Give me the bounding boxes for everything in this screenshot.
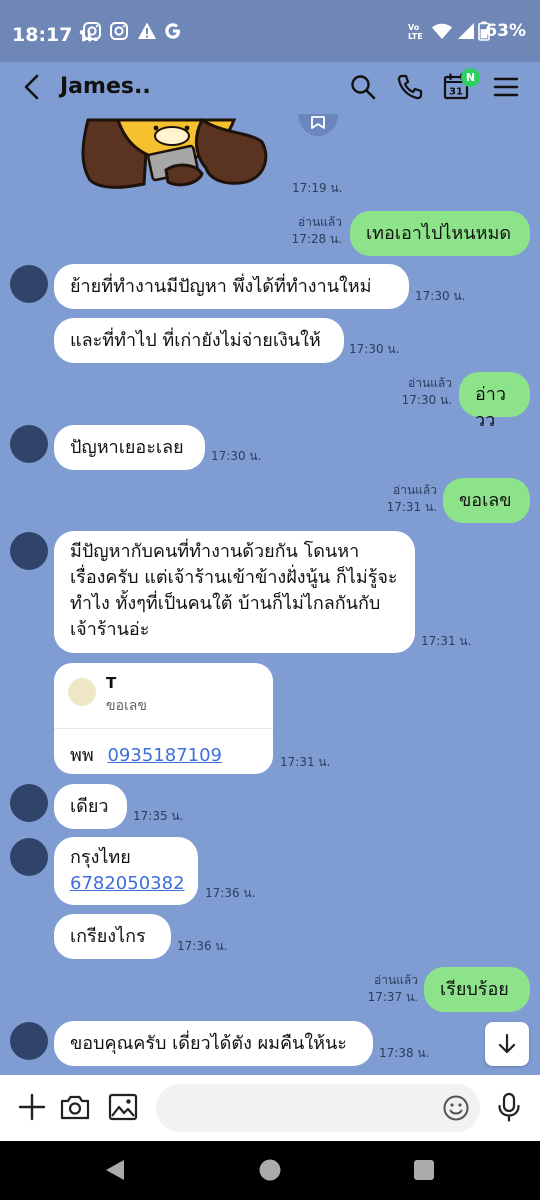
message-time: 17:35 น. xyxy=(133,809,184,823)
message-time: 17:30 น. xyxy=(211,449,262,463)
message-meta: อ่านแล้ว 17:31 น. xyxy=(375,482,437,516)
message-text: เกรียงไกร xyxy=(70,926,146,947)
message-text: อ่าววว xyxy=(475,384,507,431)
image-icon[interactable] xyxy=(107,1091,139,1123)
message-text: เทอเอาไปไหนหมด xyxy=(366,223,512,244)
message-time: 17:31 น. xyxy=(421,634,472,648)
message-bubble-outgoing[interactable]: ขอเลข xyxy=(443,478,530,523)
system-nav-bar xyxy=(0,1141,540,1200)
nav-back-icon[interactable] xyxy=(105,1159,125,1181)
phone-link[interactable]: 0935187109 xyxy=(107,745,222,766)
nav-home-icon[interactable] xyxy=(259,1159,281,1181)
message-text: ขอเลข xyxy=(459,490,512,511)
battery-percentage: 63% xyxy=(485,21,526,41)
message-bubble-incoming[interactable]: เดียว xyxy=(54,784,127,829)
message-time: 17:37 น. xyxy=(367,990,418,1004)
message-bubble-incoming[interactable]: ขอบคุณครับ เดี่ยวได้ตัง ผมคืนให้นะ xyxy=(54,1021,373,1066)
message-text: เรียบร้อย xyxy=(440,979,509,1000)
message-time: 17:31 น. xyxy=(386,500,437,514)
message-time: 17:30 น. xyxy=(415,289,466,303)
arrow-down-icon xyxy=(498,1033,516,1054)
scroll-to-bottom-button[interactable] xyxy=(485,1022,529,1066)
warning-icon xyxy=(138,22,156,39)
message-text: และที่ทำไป ที่เก่ายังไม่จ่ายเงินให้ xyxy=(70,330,321,351)
volte-icon: VoLTE xyxy=(408,23,423,41)
message-text: ขอบคุณครับ เดี่ยวได้ตัง ผมคืนให้นะ xyxy=(70,1033,347,1054)
chat-header: James.. 31 N xyxy=(0,62,540,114)
message-time: 17:19 น. xyxy=(292,181,343,195)
message-bubble-incoming[interactable]: มีปัญหากับคนที่ทำงานด้วยกัน โดนหา เรื่อง… xyxy=(54,531,415,653)
read-receipt: อ่านแล้ว xyxy=(393,483,437,497)
message-bubble-outgoing[interactable]: เทอเอาไปไหนหมด xyxy=(350,211,530,256)
message-bubble-incoming[interactable]: ปัญหาเยอะเลย xyxy=(54,425,205,470)
read-receipt: อ่านแล้ว xyxy=(408,376,452,390)
svg-text:Vo: Vo xyxy=(408,23,420,32)
card-phone-row: พพ 0935187109 xyxy=(70,740,222,769)
instagram-icon xyxy=(110,22,128,40)
contact-avatar[interactable] xyxy=(10,1022,48,1060)
camera-icon[interactable] xyxy=(59,1091,91,1123)
message-time: 17:36 น. xyxy=(205,886,256,900)
chat-title[interactable]: James.. xyxy=(60,74,151,99)
message-meta: อ่านแล้ว 17:37 น. xyxy=(356,972,418,1006)
message-meta: อ่านแล้ว 17:30 น. xyxy=(390,375,452,409)
card-name: T xyxy=(106,674,117,692)
contact-avatar[interactable] xyxy=(10,784,48,822)
signal-icon xyxy=(458,23,474,39)
svg-text:LTE: LTE xyxy=(408,32,423,41)
message-input[interactable] xyxy=(156,1084,480,1132)
calendar-day: 31 xyxy=(449,87,463,98)
message-time: 17:36 น. xyxy=(177,939,228,953)
contact-avatar[interactable] xyxy=(10,425,48,463)
message-bubble-incoming[interactable]: เกรียงไกร xyxy=(54,914,171,959)
message-text-line: ทำไง ทั้งๆที่เป็นคนใต้ บ้านก็ไม่ไกลกันกั… xyxy=(70,593,381,614)
card-avatar xyxy=(68,678,96,706)
card-divider xyxy=(54,728,273,729)
wifi-icon xyxy=(432,23,452,39)
message-text-line: มีปัญหากับคนที่ทำงานด้วยกัน โดนหา xyxy=(70,541,360,562)
sticker-shop-icon[interactable] xyxy=(298,114,338,136)
contact-avatar[interactable] xyxy=(10,265,48,303)
message-time: 17:31 น. xyxy=(280,755,331,769)
message-meta: อ่านแล้ว 17:28 น. xyxy=(280,214,342,248)
google-icon xyxy=(165,23,180,39)
message-bubble-incoming[interactable]: กรุงไทย 6782050382 xyxy=(54,837,198,905)
message-bubble-incoming[interactable]: ย้ายที่ทำงานมีปัญหา พึ่งได้ที่ทำงานใหม่ xyxy=(54,264,409,309)
bear-sticker[interactable] xyxy=(74,114,270,190)
message-input-bar xyxy=(0,1075,540,1141)
phone-icon[interactable] xyxy=(395,72,425,102)
nav-recents-icon[interactable] xyxy=(414,1160,434,1180)
emoji-icon[interactable] xyxy=(442,1094,470,1122)
plus-icon[interactable] xyxy=(16,1091,48,1123)
message-time: 17:30 น. xyxy=(349,342,400,356)
message-text-line: กรุงไทย xyxy=(70,847,131,868)
contact-card-message[interactable]: T ขอเลข พพ 0935187109 xyxy=(54,663,273,774)
instagram-icon xyxy=(83,22,101,40)
message-text-line: เจ้าร้านอ่ะ xyxy=(70,619,150,640)
calendar-badge: N xyxy=(461,68,480,87)
message-text-line: เรื่องครับ แต่เจ้าร้านเข้าข้างฝั่งนู้น ก… xyxy=(70,567,398,588)
back-icon[interactable] xyxy=(18,72,48,102)
contact-avatar[interactable] xyxy=(10,532,48,570)
message-time: 17:28 น. xyxy=(291,232,342,246)
menu-icon[interactable] xyxy=(491,72,521,102)
card-phone-prefix: พพ xyxy=(70,745,94,766)
read-receipt: อ่านแล้ว xyxy=(374,973,418,987)
message-text: ปัญหาเยอะเลย xyxy=(70,437,184,458)
message-text: เดียว xyxy=(70,796,109,817)
message-time: 17:38 น. xyxy=(379,1046,430,1060)
message-time: 17:30 น. xyxy=(401,393,452,407)
card-subtitle: ขอเลข xyxy=(106,698,147,714)
message-bubble-outgoing[interactable]: อ่าววว xyxy=(459,372,530,431)
account-number-link[interactable]: 6782050382 xyxy=(70,871,185,897)
contact-avatar[interactable] xyxy=(10,838,48,876)
mic-icon[interactable] xyxy=(493,1091,525,1123)
message-text: ย้ายที่ทำงานมีปัญหา พึ่งได้ที่ทำงานใหม่ xyxy=(70,276,372,297)
status-bar: 18:17 น. Vo LTE 63% xyxy=(0,0,540,62)
calendar-badge-text: N xyxy=(465,71,476,84)
search-icon[interactable] xyxy=(348,72,378,102)
read-receipt: อ่านแล้ว xyxy=(298,215,342,229)
message-bubble-incoming[interactable]: และที่ทำไป ที่เก่ายังไม่จ่ายเงินให้ xyxy=(54,318,344,363)
message-bubble-outgoing[interactable]: เรียบร้อย xyxy=(424,967,530,1012)
